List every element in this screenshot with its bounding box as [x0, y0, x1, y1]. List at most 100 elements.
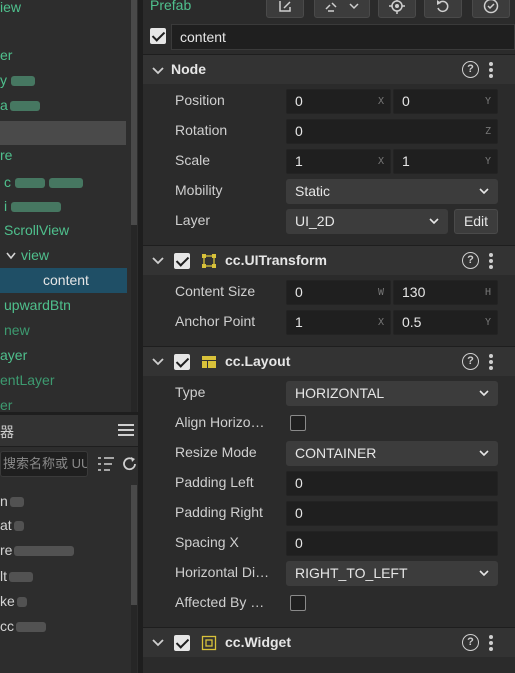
anchor-y-field[interactable]: 0.5 Y: [393, 310, 498, 335]
edit-prefab-button[interactable]: [266, 0, 304, 18]
component-enabled-checkbox[interactable]: [174, 354, 190, 370]
component-enabled-checkbox[interactable]: [174, 635, 190, 651]
unit-label: X: [377, 156, 384, 167]
assets-search-input[interactable]: 搜索名称或 UU: [0, 451, 88, 477]
help-icon[interactable]: ?: [462, 61, 479, 78]
more-options-icon[interactable]: [489, 635, 493, 651]
tree-item-entlayer[interactable]: entLayer: [0, 368, 54, 393]
component-enabled-checkbox[interactable]: [174, 253, 190, 269]
unlink-prefab-button[interactable]: [314, 0, 370, 18]
tree-item[interactable]: iew: [0, 0, 21, 20]
property-label: Rotation: [175, 122, 228, 138]
undo-icon: [437, 0, 449, 13]
scrollbar-thumb[interactable]: [131, 485, 137, 605]
asset-item[interactable]: ke: [0, 589, 27, 614]
tree-item-scrollview[interactable]: ScrollView: [4, 218, 69, 243]
scale-y-field[interactable]: 1Y: [393, 149, 498, 174]
apply-prefab-button[interactable]: [472, 0, 510, 18]
tree-item-upwardbtn[interactable]: upwardBtn: [4, 293, 71, 318]
help-icon[interactable]: ?: [462, 353, 479, 370]
mobility-select[interactable]: Static: [286, 179, 498, 204]
affected-by-scale-checkbox[interactable]: [290, 595, 306, 611]
anchor-x-field[interactable]: 1X: [286, 310, 391, 335]
uitransform-section-header[interactable]: cc.UITransform ?: [143, 245, 515, 275]
more-options-icon[interactable]: [489, 62, 493, 78]
field-value: 130: [402, 284, 426, 300]
asset-label: cc: [0, 618, 14, 634]
node-active-checkbox[interactable]: [150, 28, 166, 44]
scale-x-field[interactable]: 1X: [286, 149, 391, 174]
chevron-down-icon[interactable]: [151, 254, 165, 268]
tree-item-highlighted[interactable]: [0, 121, 126, 145]
resize-mode-row: Resize Mode CONTAINER: [143, 438, 515, 468]
tree-item[interactable]: a: [0, 93, 40, 118]
help-icon[interactable]: ?: [462, 252, 479, 269]
position-y-field[interactable]: 0Y: [393, 89, 498, 114]
tree-item-view[interactable]: view: [6, 243, 49, 268]
width-field[interactable]: 0W: [286, 280, 391, 305]
field-value: 0: [295, 123, 303, 139]
type-select[interactable]: HORIZONTAL: [286, 381, 498, 406]
padding-left-field[interactable]: 0: [286, 471, 498, 496]
scrollbar-thumb[interactable]: [131, 0, 137, 225]
layer-row: Layer UI_2D Edit: [143, 206, 515, 236]
widget-section-header[interactable]: cc.Widget ?: [143, 627, 515, 657]
node-section-header[interactable]: Node ?: [143, 54, 515, 84]
tree-item[interactable]: i: [4, 194, 62, 219]
unit-label: X: [377, 317, 384, 328]
tree-item-content-selected[interactable]: content: [0, 268, 127, 293]
asset-item[interactable]: cc: [0, 614, 46, 639]
rotation-z-field[interactable]: 0Z: [286, 119, 498, 144]
hamburger-menu-icon[interactable]: [118, 421, 134, 439]
layer-edit-button[interactable]: Edit: [454, 209, 498, 234]
blurred-text: [15, 178, 45, 189]
align-horizontal-checkbox[interactable]: [290, 415, 306, 431]
hierarchy-scrollbar[interactable]: [131, 0, 137, 415]
unit-label: Y: [484, 156, 491, 167]
asset-label: lt: [0, 568, 7, 584]
spacing-x-field[interactable]: 0: [286, 531, 498, 556]
asset-item[interactable]: lt: [0, 564, 33, 589]
property-label: Position: [175, 92, 225, 108]
horizontal-direction-select[interactable]: RIGHT_TO_LEFT: [286, 561, 498, 586]
asset-item[interactable]: re: [0, 538, 75, 563]
node-name-input[interactable]: content: [171, 24, 515, 50]
inspector-toolbar: Prefab: [143, 0, 515, 22]
asset-item[interactable]: n: [0, 489, 24, 514]
hierarchy-panel: iew er y a re c i ScrollView view conten…: [0, 0, 138, 415]
asset-item[interactable]: at: [0, 513, 24, 538]
tree-item[interactable]: c: [4, 170, 83, 195]
tree-item[interactable]: y: [0, 68, 35, 93]
node-name-bar: content: [143, 22, 515, 50]
refresh-icon[interactable]: [122, 455, 138, 473]
revert-prefab-button[interactable]: [424, 0, 462, 18]
height-field[interactable]: 130 H: [393, 280, 498, 305]
resize-mode-select[interactable]: CONTAINER: [286, 441, 498, 466]
layout-section-header[interactable]: cc.Layout ?: [143, 346, 515, 376]
padding-right-field[interactable]: 0: [286, 501, 498, 526]
more-options-icon[interactable]: [489, 253, 493, 269]
more-options-icon[interactable]: [489, 354, 493, 370]
tree-item[interactable]: er: [0, 43, 12, 68]
chevron-down-icon[interactable]: [151, 636, 165, 650]
assets-scrollbar[interactable]: [131, 485, 137, 673]
help-icon[interactable]: ?: [462, 634, 479, 651]
select-value: CONTAINER: [295, 445, 377, 461]
blurred-text: [13, 521, 24, 532]
chevron-down-icon[interactable]: [151, 64, 165, 78]
chevron-down-icon[interactable]: [151, 355, 165, 369]
layer-select[interactable]: UI_2D: [286, 209, 448, 234]
tree-item-layer[interactable]: ayer: [0, 343, 27, 368]
field-value: 0: [295, 93, 303, 109]
locate-prefab-button[interactable]: [378, 0, 416, 18]
tree-item-new[interactable]: new: [4, 318, 30, 343]
chevron-down-icon[interactable]: [6, 252, 16, 260]
edit-icon: [279, 1, 291, 12]
tree-item[interactable]: re: [0, 143, 12, 168]
property-label: Affected By …: [175, 594, 265, 610]
assets-header: 器: [0, 415, 138, 447]
property-label: Scale: [175, 152, 211, 168]
position-x-field[interactable]: 0X: [286, 89, 391, 114]
asset-label: ke: [0, 593, 15, 609]
sort-list-icon[interactable]: [96, 455, 116, 473]
